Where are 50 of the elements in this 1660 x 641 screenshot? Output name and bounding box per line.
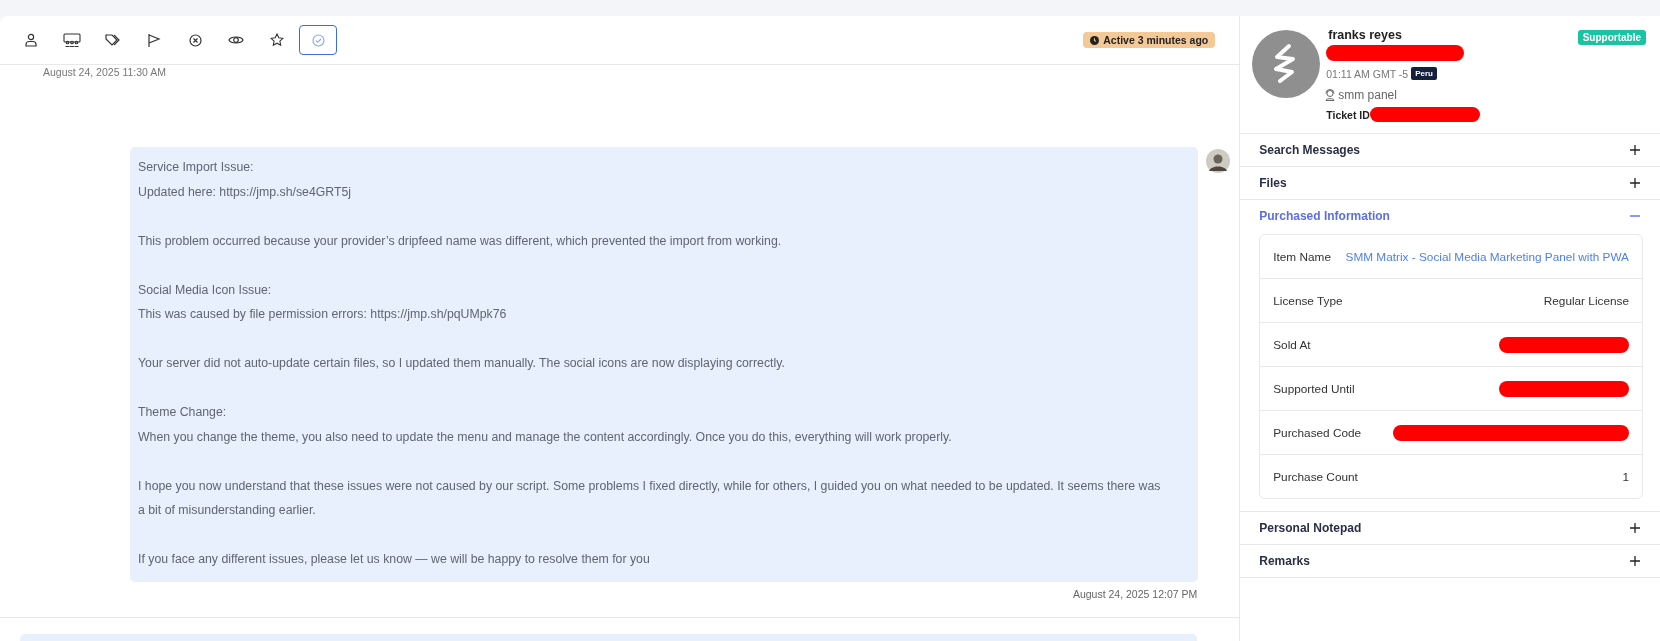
accordion-header[interactable]: Personal Notepad bbox=[1240, 512, 1660, 544]
info-label: Purchased Code bbox=[1273, 425, 1362, 440]
flag-icon bbox=[147, 33, 161, 47]
message-text: Your server did not auto-update certain files, so I updated them manually. The social icons are now displaying correctly. bbox=[138, 355, 786, 372]
local-time: 01:11 AM GMT -5 bbox=[1326, 67, 1409, 80]
info-label: Item Name bbox=[1273, 249, 1331, 264]
plus-icon bbox=[1630, 523, 1640, 533]
plus-icon bbox=[1630, 556, 1640, 566]
avatar bbox=[1252, 30, 1321, 98]
country-badge: Peru bbox=[1411, 67, 1437, 80]
plus-icon bbox=[1630, 145, 1640, 155]
message-text: Updated here: https://jmp.sh/se4GRT5j bbox=[138, 183, 353, 201]
minus-icon bbox=[1630, 215, 1640, 217]
message-text: I hope you now understand that these issues were not caused by our script. Some problems I fixed directly, while for others, I guided you on what needed to be updated. It seems there was a bit of misunderstanding earlier. bbox=[138, 477, 1162, 519]
accordion-header[interactable]: Remarks bbox=[1240, 545, 1660, 577]
customer-name: franks reyes bbox=[1328, 28, 1403, 42]
avatar bbox=[1206, 149, 1230, 173]
tags-icon bbox=[105, 33, 121, 47]
accordion-header[interactable]: Purchased Information bbox=[1240, 200, 1660, 232]
message-text: This problem occurred because your provider’s dripfeed name was different, which prevented the import from working. bbox=[138, 232, 783, 250]
plus-icon bbox=[1630, 178, 1640, 188]
info-label: Sold At bbox=[1273, 337, 1311, 352]
support-agent-icon bbox=[1324, 89, 1337, 101]
group-icon bbox=[63, 33, 81, 47]
message-text: Social Media Icon Issue: bbox=[138, 281, 273, 299]
message-text: When you change the theme, you also need to update the menu and manage the content accordingly. Once you do this, everything will work properly. bbox=[138, 428, 953, 446]
status-badge: Supportable bbox=[1577, 30, 1646, 45]
product-name: smm panel bbox=[1338, 88, 1397, 102]
message-time: August 24, 2025 12:07 PM bbox=[1071, 587, 1199, 600]
close-icon bbox=[188, 33, 202, 47]
info-value: 1 bbox=[1622, 469, 1629, 484]
status-text: Active 3 minutes ago bbox=[1103, 34, 1209, 46]
user-icon bbox=[24, 33, 38, 47]
message-time: August 24, 2025 11:30 AM bbox=[42, 65, 167, 79]
info-value: Regular License bbox=[1543, 293, 1629, 308]
message-text: This was caused by file permission errors: https://jmp.sh/pqUMpk76 bbox=[138, 306, 508, 323]
info-label: License Type bbox=[1273, 293, 1343, 308]
star-icon bbox=[270, 33, 284, 47]
ticket-label: Ticket ID bbox=[1326, 108, 1370, 121]
info-label: Supported Until bbox=[1273, 381, 1355, 396]
message-text: If you face any different issues, please let us know — we will be happy to resolve them for you bbox=[138, 551, 651, 568]
clock-icon bbox=[1090, 35, 1100, 45]
check-circle-icon bbox=[311, 33, 325, 47]
message-text: Service Import Issue: bbox=[138, 159, 255, 176]
message-text: Theme Change: bbox=[138, 404, 228, 421]
eye-icon bbox=[228, 34, 244, 46]
item-link[interactable]: SMM Matrix - Social Media Marketing Panel with PWA bbox=[1345, 249, 1629, 264]
info-label: Purchase Count bbox=[1273, 469, 1358, 484]
accordion-header[interactable]: Search Messages bbox=[1240, 134, 1660, 166]
accordion-header[interactable]: Files bbox=[1240, 167, 1660, 199]
